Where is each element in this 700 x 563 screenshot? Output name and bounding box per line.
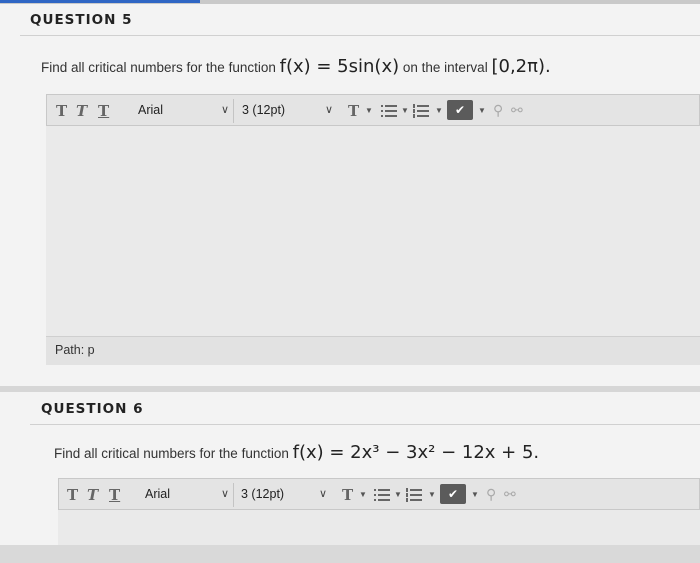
- question-6-prompt: Find all critical numbers for the functi…: [54, 442, 539, 463]
- chevron-down-icon[interactable]: ▼: [471, 490, 479, 499]
- link-icon[interactable]: ⚲: [486, 486, 496, 503]
- prompt-text: Find all critical numbers for the functi…: [54, 446, 289, 461]
- answer-editor[interactable]: [46, 126, 700, 336]
- chevron-down-icon[interactable]: ∨: [221, 487, 229, 500]
- underline-button[interactable]: T: [98, 102, 109, 120]
- prompt-text: Find all critical numbers for the functi…: [41, 60, 276, 75]
- unlink-icon[interactable]: ⚯: [511, 102, 523, 119]
- link-icon[interactable]: ⚲: [493, 102, 503, 119]
- toolbar-separator: [233, 483, 234, 507]
- function-expression: f(x) = 2x³ − 3x² − 12x + 5.: [292, 442, 540, 463]
- underline-button[interactable]: T: [109, 486, 120, 504]
- numbered-list-icon[interactable]: [413, 104, 429, 118]
- chevron-down-icon[interactable]: ▼: [401, 106, 409, 115]
- editor-path-bar: Path: p: [46, 336, 700, 365]
- font-family-select[interactable]: Arial: [138, 103, 163, 117]
- interval-text: on the interval: [402, 60, 488, 75]
- spellcheck-icon[interactable]: ✔: [440, 484, 466, 504]
- interval-value: [0,2π).: [491, 56, 551, 77]
- italic-button[interactable]: T: [87, 486, 98, 504]
- question-6-title: QUESTION 6: [41, 401, 144, 417]
- font-size-select[interactable]: 3 (12pt): [242, 103, 285, 117]
- numbered-list-icon[interactable]: [406, 488, 422, 502]
- italic-button[interactable]: T: [76, 102, 87, 120]
- text-color-button[interactable]: T: [342, 486, 353, 504]
- bold-button[interactable]: T: [67, 486, 78, 504]
- chevron-down-icon[interactable]: ▼: [394, 490, 402, 499]
- editor-toolbar: T T T Arial ∨ 3 (12pt) ∨ T ▼ ▼ ▼ ✔ ▼ ⚲ ⚯: [46, 94, 700, 126]
- spellcheck-icon[interactable]: ✔: [447, 100, 473, 120]
- title-underline: [30, 424, 700, 425]
- title-underline: [20, 35, 700, 36]
- question-5-title: QUESTION 5: [30, 12, 133, 28]
- top-accent: [0, 0, 200, 3]
- bottom-strip: [0, 545, 700, 563]
- editor-toolbar: T T T Arial ∨ 3 (12pt) ∨ T ▼ ▼ ▼ ✔ ▼ ⚲ ⚯: [58, 478, 700, 510]
- function-expression: f(x) = 5sin(x): [279, 56, 400, 77]
- chevron-down-icon[interactable]: ▼: [435, 106, 443, 115]
- text-color-button[interactable]: T: [348, 102, 359, 120]
- unlink-icon[interactable]: ⚯: [504, 486, 516, 503]
- chevron-down-icon[interactable]: ▼: [365, 106, 373, 115]
- question-6-panel: QUESTION 6 Find all critical numbers for…: [0, 392, 700, 563]
- question-5-panel: QUESTION 5 Find all critical numbers for…: [0, 4, 700, 386]
- bullet-list-icon[interactable]: [381, 104, 397, 118]
- bullet-list-icon[interactable]: [374, 488, 390, 502]
- question-5-prompt: Find all critical numbers for the functi…: [41, 56, 551, 77]
- chevron-down-icon[interactable]: ▼: [428, 490, 436, 499]
- font-family-select[interactable]: Arial: [145, 487, 170, 501]
- chevron-down-icon[interactable]: ▼: [359, 490, 367, 499]
- bold-button[interactable]: T: [56, 102, 67, 120]
- chevron-down-icon[interactable]: ▼: [478, 106, 486, 115]
- chevron-down-icon[interactable]: ∨: [319, 487, 327, 500]
- chevron-down-icon[interactable]: ∨: [325, 103, 333, 116]
- chevron-down-icon[interactable]: ∨: [221, 103, 229, 116]
- toolbar-separator: [233, 99, 234, 123]
- font-size-select[interactable]: 3 (12pt): [241, 487, 284, 501]
- path-label: Path: p: [55, 343, 95, 357]
